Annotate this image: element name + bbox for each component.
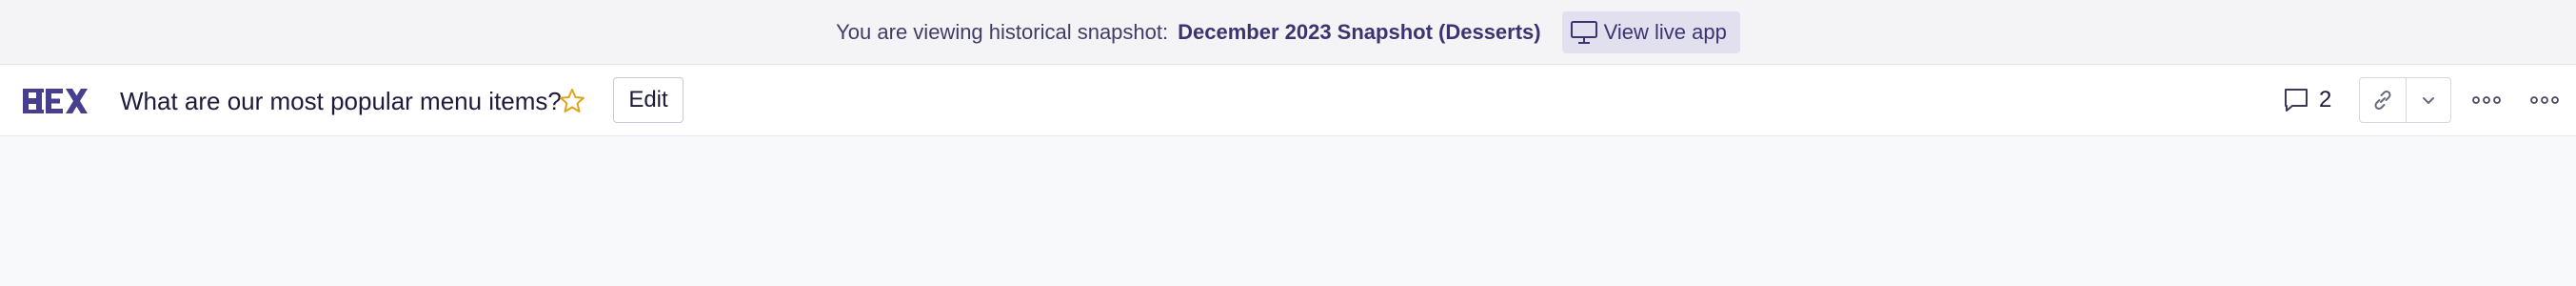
more-options-button[interactable] <box>2467 83 2506 117</box>
monitor-icon <box>1570 20 1597 44</box>
comments-count: 2 <box>2319 87 2332 112</box>
view-live-app-label: View live app <box>1603 19 1727 44</box>
comment-icon <box>2285 89 2308 112</box>
more-horizontal-icon <box>2472 96 2501 104</box>
edit-button[interactable]: Edit <box>613 77 684 123</box>
view-live-app-button[interactable]: View live app <box>1561 10 1740 53</box>
copy-link-button[interactable] <box>2360 78 2407 122</box>
page-title: What are our most popular menu items? <box>120 87 562 115</box>
hex-logo[interactable] <box>23 87 88 115</box>
app-header: What are our most popular menu items? Ed… <box>0 66 2576 136</box>
chevron-down-icon <box>2422 97 2434 104</box>
app-menu-button[interactable] <box>2526 83 2564 117</box>
star-icon[interactable] <box>558 87 586 115</box>
snapshot-name: December 2023 Snapshot (Desserts) <box>1178 19 1541 44</box>
share-button-group <box>2359 77 2451 123</box>
comments-button[interactable]: 2 <box>2283 83 2331 117</box>
share-dropdown-button[interactable] <box>2407 78 2451 122</box>
link-icon <box>2374 90 2391 111</box>
snapshot-banner: You are viewing historical snapshot: Dec… <box>0 0 2576 65</box>
more-horizontal-icon <box>2530 96 2559 104</box>
banner-prefix: You are viewing historical snapshot: <box>836 19 1169 44</box>
